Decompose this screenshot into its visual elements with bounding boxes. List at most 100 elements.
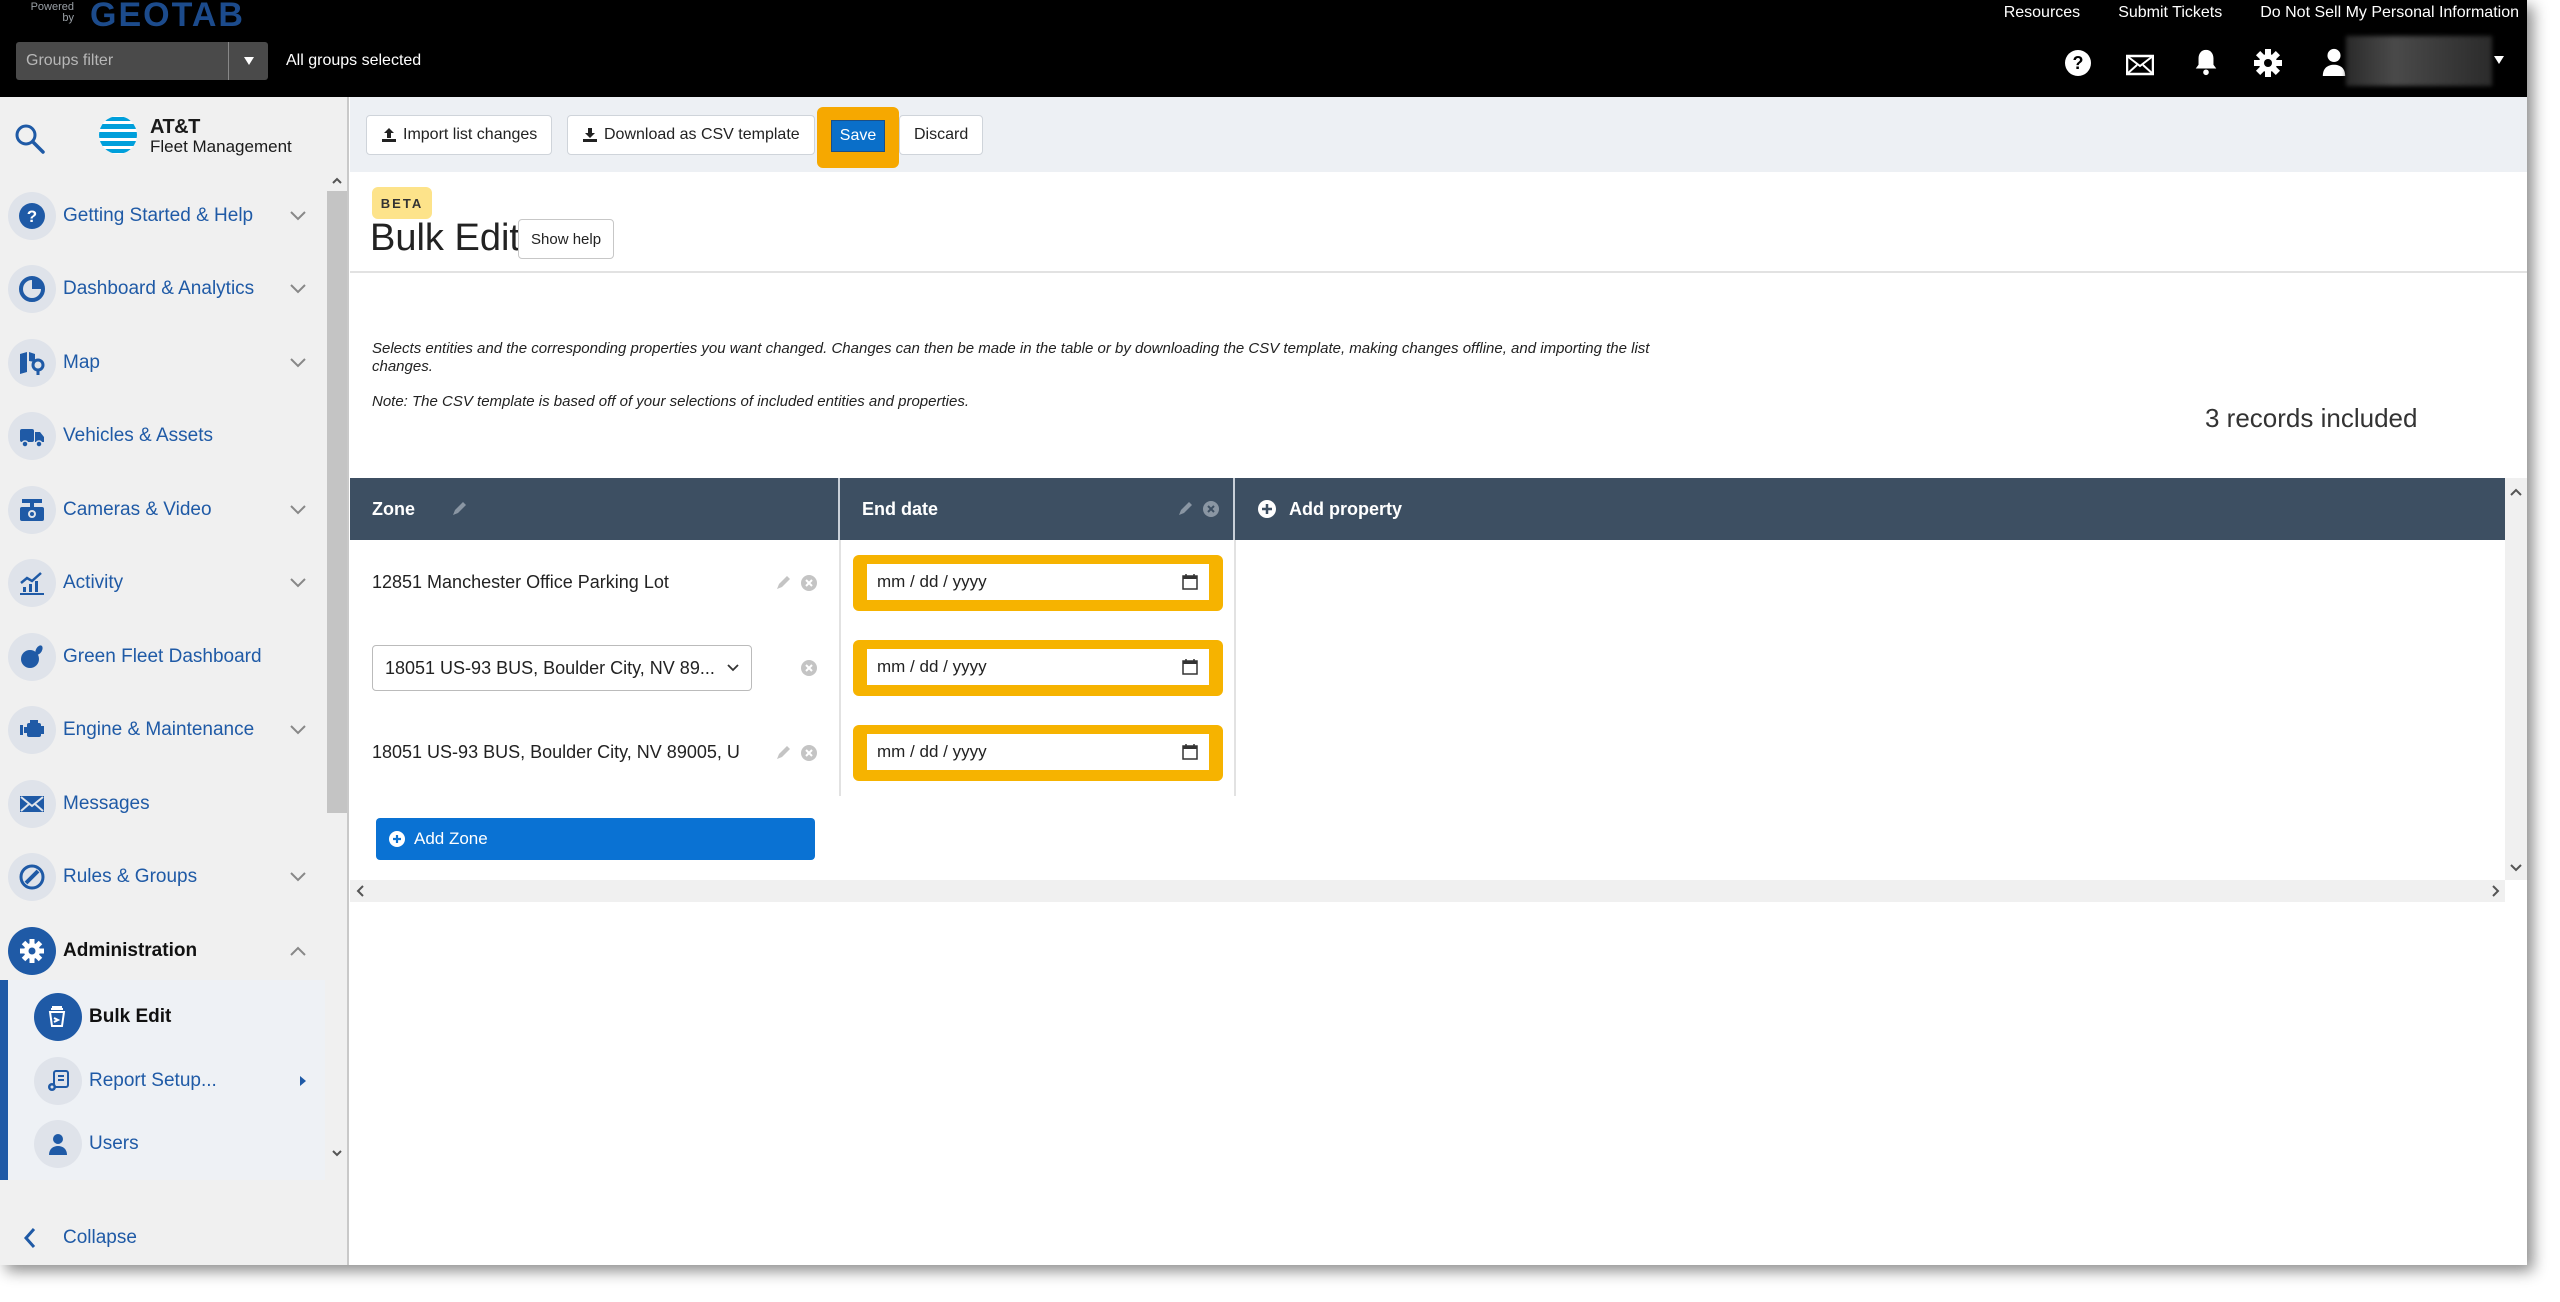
sidebar-item-map[interactable]: Map — [0, 326, 325, 400]
submit-tickets-link[interactable]: Submit Tickets — [2118, 4, 2222, 22]
logo-line-1: AT&T — [150, 116, 200, 138]
sidebar-item-label: Dashboard & Analytics — [63, 278, 255, 300]
resources-link[interactable]: Resources — [2004, 4, 2080, 22]
zone-cell[interactable]: 18051 US-93 BUS, Boulder City, NV 89005,… — [372, 710, 767, 795]
download-icon — [583, 128, 597, 142]
sidebar-item-bulk-edit[interactable]: Bulk Edit — [0, 986, 325, 1048]
chevron-up-icon — [290, 946, 306, 956]
geotab-logo: GEOTAB — [90, 0, 245, 34]
truck-icon — [20, 429, 44, 448]
download-csv-template-button[interactable]: Download as CSV template — [567, 115, 815, 155]
pencil-icon[interactable] — [450, 500, 468, 518]
sidebar-scrollbar[interactable] — [327, 173, 347, 1173]
scroll-up-icon[interactable] — [2510, 488, 2522, 496]
chevron-down-icon — [727, 664, 739, 672]
activity-chart-icon — [20, 572, 44, 596]
add-zone-button[interactable]: Add Zone — [376, 818, 815, 860]
sidebar-item-dashboard[interactable]: Dashboard & Analytics — [0, 253, 325, 327]
help-icon[interactable]: ? — [2064, 49, 2092, 77]
pencil-icon[interactable] — [1176, 500, 1194, 518]
pencil-icon[interactable] — [774, 574, 792, 592]
bell-icon[interactable] — [2192, 48, 2220, 76]
chevron-down-icon — [290, 578, 306, 588]
scroll-up-icon[interactable] — [331, 175, 343, 185]
column-label: End date — [862, 498, 939, 519]
sidebar-item-report-setup[interactable]: Report Setup... — [0, 1050, 325, 1112]
plus-circle-icon — [1258, 500, 1276, 518]
sidebar-item-label: Users — [89, 1133, 139, 1154]
end-date-input[interactable]: mm / dd / yyyy — [867, 564, 1209, 600]
remove-icon[interactable] — [800, 744, 818, 762]
sidebar: AT&T Fleet Management ? Getting Started … — [0, 97, 349, 1265]
groups-status: All groups selected — [286, 52, 422, 69]
collapse-label: Collapse — [63, 1227, 137, 1248]
sidebar-item-activity[interactable]: Activity — [0, 547, 325, 621]
scroll-right-icon[interactable] — [2492, 885, 2500, 897]
calendar-icon[interactable] — [1181, 573, 1199, 591]
add-property-button[interactable]: Add property — [1235, 478, 1835, 540]
date-highlight: mm / dd / yyyy — [853, 555, 1223, 611]
sidebar-item-rules-groups[interactable]: Rules & Groups — [0, 841, 325, 915]
chevron-down-icon — [290, 284, 306, 294]
table-vertical-scrollbar[interactable] — [2505, 478, 2527, 880]
sidebar-item-administration[interactable]: Administration — [0, 914, 325, 988]
user-icon[interactable] — [2320, 48, 2348, 76]
remove-column-icon[interactable] — [1202, 500, 1220, 518]
date-placeholder: mm / dd / yyyy — [877, 742, 987, 761]
do-not-sell-link[interactable]: Do Not Sell My Personal Information — [2260, 4, 2519, 22]
groups-filter[interactable]: Groups filter — [16, 42, 268, 80]
sidebar-scroll-thumb[interactable] — [327, 191, 347, 813]
scroll-down-icon[interactable] — [331, 1149, 343, 1159]
search-icon[interactable] — [14, 123, 46, 155]
sidebar-item-label: Bulk Edit — [89, 1006, 172, 1027]
zone-select[interactable]: 18051 US-93 BUS, Boulder City, NV 89... — [372, 645, 752, 691]
column-header-zone: Zone — [350, 478, 840, 540]
sidebar-item-label: Rules & Groups — [63, 866, 198, 888]
att-globe-logo-icon — [99, 116, 137, 154]
discard-button[interactable]: Discard — [899, 115, 984, 155]
records-included-count: 3 records included — [2205, 403, 2418, 433]
sidebar-item-cameras[interactable]: Cameras & Video — [0, 473, 325, 547]
sidebar-item-getting-started[interactable]: ? Getting Started & Help — [0, 179, 325, 253]
user-name-redacted[interactable] — [2346, 36, 2492, 86]
sidebar-item-label: Vehicles & Assets — [63, 425, 213, 447]
sidebar-item-label: Getting Started & Help — [63, 204, 254, 226]
sidebar-item-label: Green Fleet Dashboard — [63, 645, 262, 667]
show-help-button[interactable]: Show help — [518, 219, 615, 259]
page-description: Selects entities and the corresponding p… — [372, 340, 1650, 375]
sidebar-item-green-fleet[interactable]: Green Fleet Dashboard — [0, 620, 325, 694]
remove-icon[interactable] — [800, 574, 818, 592]
sidebar-item-label: Engine & Maintenance — [63, 719, 255, 741]
gear-icon[interactable] — [2254, 49, 2282, 77]
beta-badge: BETA — [372, 187, 432, 219]
groups-filter-input[interactable]: Groups filter — [16, 42, 228, 80]
calendar-icon[interactable] — [1181, 658, 1199, 676]
sidebar-item-vehicles[interactable]: Vehicles & Assets — [0, 400, 325, 474]
scroll-down-icon[interactable] — [2510, 864, 2522, 872]
end-date-input[interactable]: mm / dd / yyyy — [867, 734, 1209, 770]
scroll-left-icon[interactable] — [356, 885, 364, 897]
sidebar-item-users[interactable]: Users — [0, 1113, 325, 1175]
caret-down-icon — [243, 57, 254, 65]
sidebar-item-engine[interactable]: Engine & Maintenance — [0, 694, 325, 768]
report-settings-icon — [48, 1070, 69, 1091]
groups-filter-dropdown-button[interactable] — [228, 42, 268, 80]
save-button[interactable]: Save — [831, 120, 885, 152]
remove-icon[interactable] — [800, 659, 818, 677]
leaf-icon — [21, 645, 43, 668]
map-icon — [20, 351, 45, 375]
pencil-icon[interactable] — [774, 744, 792, 762]
calendar-icon[interactable] — [1181, 743, 1199, 761]
import-list-changes-button[interactable]: Import list changes — [366, 115, 553, 155]
sidebar-item-label: Report Setup... — [89, 1070, 217, 1091]
mail-icon[interactable] — [2126, 51, 2154, 79]
end-date-input[interactable]: mm / dd / yyyy — [867, 649, 1209, 685]
date-highlight: mm / dd / yyyy — [853, 640, 1223, 696]
chevron-left-icon — [23, 1228, 36, 1248]
collapse-sidebar-button[interactable]: Collapse — [0, 1213, 325, 1263]
user-menu-caret-icon[interactable] — [2494, 56, 2504, 64]
svg-text:?: ? — [27, 207, 37, 226]
sidebar-item-messages[interactable]: Messages — [0, 767, 325, 841]
table-horizontal-scrollbar[interactable] — [350, 880, 2505, 902]
zone-cell[interactable]: 12851 Manchester Office Parking Lot — [372, 540, 772, 625]
